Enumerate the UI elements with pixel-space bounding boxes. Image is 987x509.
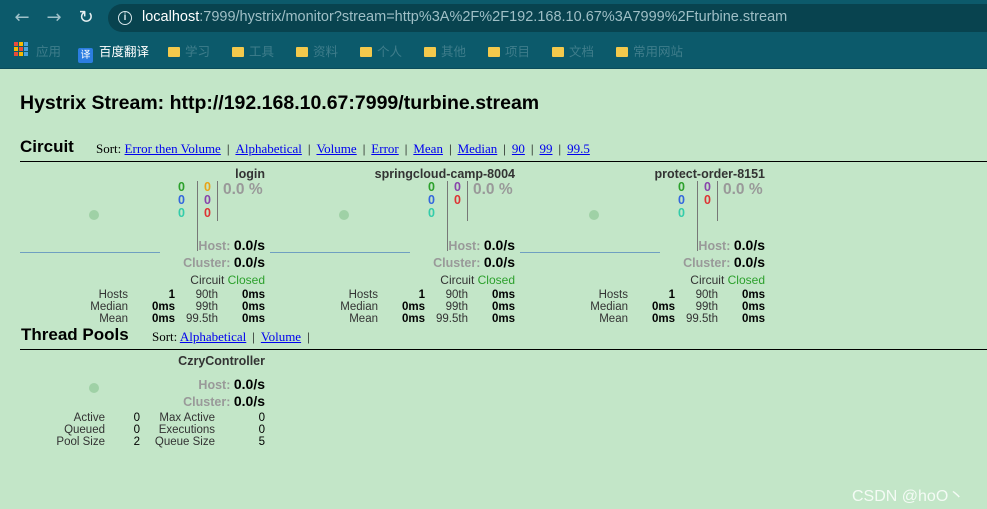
bookmark-apps[interactable]: 应用 [36,42,61,62]
pool-stats: Active 0 Max Active 0 Queued 0 Execution… [56,412,265,448]
translate-icon: 译 [78,48,93,63]
folder-icon [232,47,244,57]
health-circle [89,383,99,393]
error-percentage: 0.0 % [723,181,763,198]
bookmark-folder-2[interactable]: 工具 [232,42,274,62]
health-circle [589,210,599,220]
sort-error-then-volume[interactable]: Error then Volume [125,141,221,156]
error-percentage: 0.0 % [473,181,513,198]
host-rate: Host: 0.0/s [698,237,765,253]
browser-toolbar: ← → ↻ i localhost:7999/hystrix/monitor?s… [0,0,987,36]
forward-arrow-icon[interactable]: → [43,7,65,29]
request-counts-left: 0 0 0 [178,180,185,220]
folder-icon [168,47,180,57]
folder-icon [488,47,500,57]
monitor-name: protect-order-8151 [654,167,765,181]
circuit-monitor-springcloud-camp-8004: springcloud-camp-8004 0 0 0 0 0 0.0 % Ho… [270,167,520,327]
counts-divider-2 [467,181,468,221]
monitor-name: springcloud-camp-8004 [374,167,515,181]
host-rate: Host: 0.0/s [448,237,515,253]
sparkline [20,252,160,253]
folder-icon [616,47,628,57]
pool-name: CzryController [178,354,265,368]
url-text[interactable]: localhost:7999/hystrix/monitor?stream=ht… [142,9,787,25]
monitor-name: login [235,167,265,181]
circuit-status: Circuit Closed [690,273,765,287]
folder-icon [296,47,308,57]
circuit-monitor-protect-order-8151: protect-order-8151 0 0 0 0 0 0.0 % Host:… [520,167,770,327]
latency-stats: Hosts 1 90th 0ms Median 0ms 99th 0ms Mea… [590,289,765,325]
sort-alphabetical[interactable]: Alphabetical [235,141,301,156]
sort-mean[interactable]: Mean [413,141,443,156]
request-counts-right: 0 0 0 [204,180,211,220]
request-counts-right: 0 0 [704,180,711,207]
health-circle [89,210,99,220]
folder-icon [424,47,436,57]
circuit-monitor-login: login 0 0 0 0 0 0 0.0 % Host: 0.0/s Clus… [20,167,270,327]
folder-icon [360,47,372,57]
bookmark-folder-7[interactable]: 文档 [552,42,594,62]
sparkline [270,252,410,253]
thread-pools-heading: Thread Pools [21,325,129,344]
sort-label: Sort: [96,141,122,156]
sort-volume[interactable]: Volume [316,141,356,156]
info-icon[interactable]: i [118,11,132,25]
latency-stats: Hosts 1 90th 0ms Median 0ms 99th 0ms Mea… [90,289,265,325]
error-percentage: 0.0 % [223,181,263,198]
cluster-rate: Cluster: 0.0/s [183,254,265,270]
cluster-rate: Cluster: 0.0/s [433,254,515,270]
counts-divider-2 [717,181,718,221]
back-arrow-icon[interactable]: ← [11,7,33,29]
page-title: Hystrix Stream: http://192.168.10.67:799… [20,92,540,114]
sort-99[interactable]: 99 [540,141,553,156]
cluster-rate: Cluster: 0.0/s [183,393,265,409]
sort-99-5[interactable]: 99.5 [567,141,590,156]
latency-stats: Hosts 1 90th 0ms Median 0ms 99th 0ms Mea… [340,289,515,325]
host-rate: Host: 0.0/s [198,376,265,392]
sort-volume[interactable]: Volume [261,329,301,344]
bookmark-folder-3[interactable]: 资料 [296,42,338,62]
bookmark-folder-8[interactable]: 常用网站 [616,42,683,62]
reload-icon[interactable]: ↻ [75,7,97,29]
address-bar[interactable]: i localhost:7999/hystrix/monitor?stream=… [108,4,987,32]
bookmark-folder-5[interactable]: 其他 [424,42,466,62]
request-counts-left: 0 0 0 [428,180,435,220]
health-circle [339,210,349,220]
circuit-divider [20,161,987,162]
sparkline [520,252,660,253]
request-counts-right: 0 0 [454,180,461,207]
bookmark-folder-6[interactable]: 项目 [488,42,530,62]
host-rate: Host: 0.0/s [198,237,265,253]
bookmark-folder-1[interactable]: 学习 [168,42,210,62]
sort-error[interactable]: Error [371,141,398,156]
thread-pool-monitor-czrycontroller: CzryController Host: 0.0/s Cluster: 0.0/… [20,354,270,454]
sort-90[interactable]: 90 [512,141,525,156]
request-counts-left: 0 0 0 [678,180,685,220]
cluster-rate: Cluster: 0.0/s [683,254,765,270]
thread-pools-sort-bar: Sort: Alphabetical | Volume | [152,329,310,344]
apps-grid-icon[interactable] [14,42,28,56]
circuit-status: Circuit Closed [440,273,515,287]
bookmarks-bar: 应用 译百度翻译 学习 工具 资料 个人 其他 项目 文档 常用网站 [0,36,987,69]
folder-icon [552,47,564,57]
counts-divider-2 [217,181,218,221]
sort-label: Sort: [152,329,178,344]
thread-pools-divider [20,349,987,350]
watermark: CSDN @hoO丶 [852,488,965,505]
circuit-status: Circuit Closed [190,273,265,287]
sort-alphabetical[interactable]: Alphabetical [180,329,246,344]
sort-median[interactable]: Median [458,141,498,156]
circuit-sort-bar: Sort: Error then Volume | Alphabetical | Vol… [96,141,590,156]
bookmark-folder-4[interactable]: 个人 [360,42,402,62]
bookmark-baidu-fanyi[interactable]: 译百度翻译 [78,42,149,63]
circuit-heading: Circuit [20,137,74,156]
